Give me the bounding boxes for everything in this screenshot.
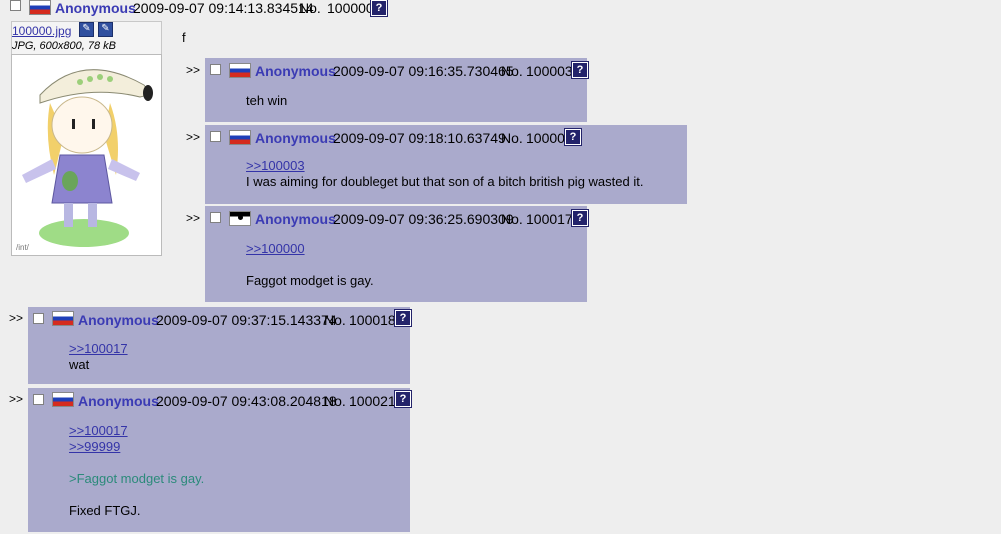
reply-select-checkbox[interactable] [210,131,221,142]
reply-select-checkbox[interactable] [210,212,221,223]
reply-post-100003: Anonymous 2009-09-07 09:16:35.730465 No.… [205,58,589,122]
reply-no-label: No. [501,63,523,79]
reply-no-label: No. [501,211,523,227]
reply-greentext: >Faggot modget is gay. [69,471,205,486]
german-empire-flag-icon [229,211,251,226]
reply-body-line: Faggot modget is gay. [246,273,374,288]
reply-post-number[interactable]: 100017 [526,211,573,227]
help-icon[interactable]: ? [564,128,582,146]
reply-datetime: 2009-09-07 09:37:15.143374 [156,312,337,328]
reply-post-100005: Anonymous 2009-09-07 09:18:10.63749 No. … [205,125,687,204]
reply-poster-name: Anonymous [255,211,336,227]
reply-poster-name: Anonymous [255,130,336,146]
reply-post-number[interactable]: 100018 [349,312,396,328]
reply-body-line: Fixed FTGJ. [69,503,141,518]
anime-girl-illustration [22,69,153,247]
reply-no-label: No. [324,312,346,328]
reply-post-100018: Anonymous 2009-09-07 09:37:15.143374 No.… [28,307,412,384]
op-file-info: JPG, 600x800, 78 kB [12,40,116,52]
russia-flag-icon [229,130,251,145]
reply-quote-link[interactable]: >>100017 [69,341,128,356]
op-thumbnail-image[interactable]: /int/ [11,54,162,256]
reply-body-line: teh win [246,93,288,108]
help-icon[interactable]: ? [370,0,388,17]
op-poster-name: Anonymous [55,0,136,16]
reply-datetime: 2009-09-07 09:18:10.63749 [333,130,506,146]
reply-quote-link[interactable]: >>100000 [246,241,305,256]
reply-no-label: No. [324,393,346,409]
russia-flag-icon [29,0,51,15]
op-file-link[interactable]: 100000.jpg [12,24,71,38]
reply-select-checkbox[interactable] [33,394,44,405]
op-no-label: No. [299,0,321,16]
help-icon[interactable]: ? [571,209,589,227]
reply-body-line: wat [69,357,90,372]
reply-arrow: >> [186,63,201,77]
help-icon[interactable]: ? [571,61,589,79]
reply-post-number[interactable]: 100003 [526,63,573,79]
reply-poster-name: Anonymous [255,63,336,79]
op-select-checkbox[interactable] [10,0,21,11]
reply-quote-link[interactable]: >>99999 [69,439,120,454]
russia-flag-icon [52,311,74,326]
help-icon[interactable]: ? [394,309,412,327]
reply-post-100017: Anonymous 2009-09-07 09:36:25.690309 No.… [205,206,589,302]
reply-select-checkbox[interactable] [210,64,221,75]
reply-arrow: >> [9,392,24,406]
reply-body-line: I was aiming for doubleget but that son … [246,174,644,189]
reply-arrow: >> [186,130,201,144]
russia-flag-icon [229,63,251,78]
reply-post-100021: Anonymous 2009-09-07 09:43:08.204818 No.… [28,388,412,532]
reply-datetime: 2009-09-07 09:36:25.690309 [333,211,514,227]
reply-select-checkbox[interactable] [33,313,44,324]
thumbnail-watermark: /int/ [16,243,29,252]
reply-quote-link[interactable]: >>100017 [69,423,128,438]
reply-post-number[interactable]: 100021 [349,393,396,409]
edit-icon[interactable]: ✎ [98,22,113,37]
op-body-text: f [182,30,186,45]
op-datetime: 2009-09-07 09:14:13.834514 [133,0,314,16]
reply-datetime: 2009-09-07 09:43:08.204818 [156,393,337,409]
reply-poster-name: Anonymous [78,393,159,409]
reply-arrow: >> [186,211,201,225]
help-icon[interactable]: ? [394,390,412,408]
op-post-number[interactable]: 100000 [327,0,374,16]
reply-quote-link[interactable]: >>100003 [246,158,305,173]
reply-poster-name: Anonymous [78,312,159,328]
reply-datetime: 2009-09-07 09:16:35.730465 [333,63,514,79]
edit-icon[interactable]: ✎ [79,22,94,37]
reply-arrow: >> [9,311,24,325]
reply-no-label: No. [501,130,523,146]
russia-flag-icon [52,392,74,407]
